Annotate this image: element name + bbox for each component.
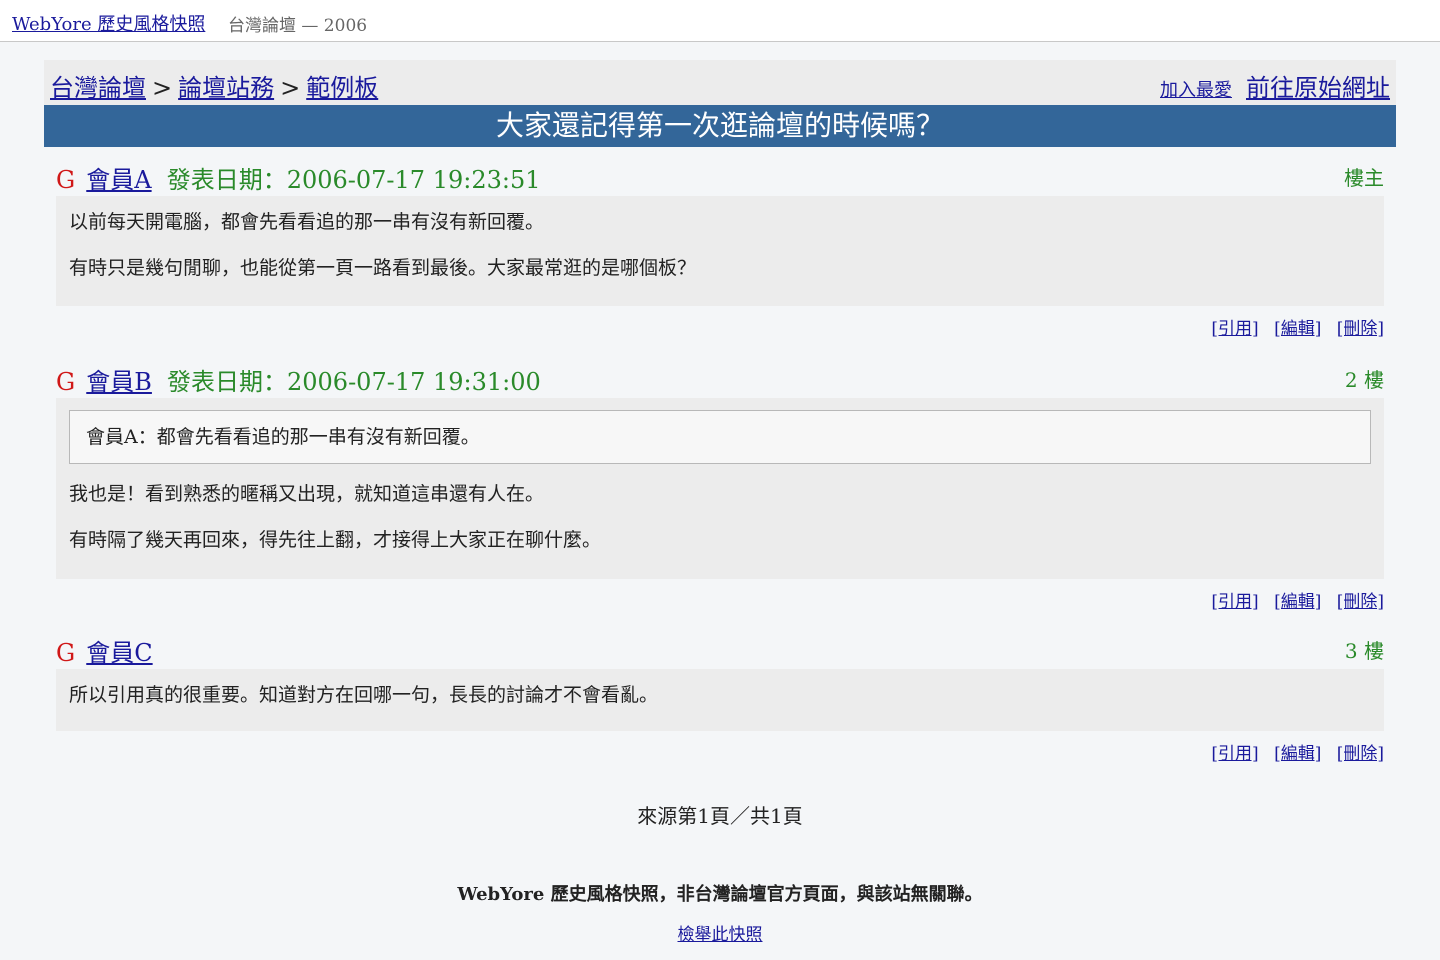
post-1: G 會員A 發表日期：2006-07-17 19:23:51 樓主 以前每天開電…	[56, 160, 1384, 339]
breadcrumb-example-board[interactable]: 範例板	[306, 74, 378, 102]
post-actions: [引用] [編輯] [刪除]	[56, 739, 1384, 764]
post-paragraph: 以前每天開電腦，都會先看看追的那一串有沒有新回覆。	[69, 211, 545, 233]
edit-button[interactable]: [編輯]	[1274, 319, 1321, 339]
member-marker: G	[56, 368, 76, 396]
edit-button[interactable]: [編輯]	[1274, 744, 1321, 764]
add-favorite-link[interactable]: 加入最愛	[1160, 80, 1232, 101]
post-paragraph: 我也是！看到熟悉的暱稱又出現，就知道這串還有人在。	[69, 483, 545, 505]
post-actions: [引用] [編輯] [刪除]	[56, 587, 1384, 612]
breadcrumb-bar: 台灣論壇 > 論壇站務 > 範例板 加入最愛 前往原始網址	[44, 60, 1396, 106]
post-actions: [引用] [編輯] [刪除]	[56, 314, 1384, 339]
page-indicator: 來源第1頁／共1頁	[637, 804, 803, 828]
author-link[interactable]: 會員B	[86, 368, 152, 396]
breadcrumb-separator: >	[152, 74, 173, 102]
top-bar: WebYore 歷史風格快照 台灣論壇 — 2006	[0, 0, 1440, 42]
thread-title: 大家還記得第一次逛論壇的時候嗎？	[44, 105, 1396, 147]
breadcrumb-separator: >	[280, 74, 301, 102]
post-header: G 會員C 3 樓	[56, 633, 1384, 669]
post-body: 所以引用真的很重要。知道對方在回哪一句，長長的討論才不會看亂。	[56, 669, 1384, 731]
floor-label: 樓主	[1344, 166, 1384, 190]
original-url-link[interactable]: 前往原始網址	[1246, 74, 1390, 102]
member-marker: G	[56, 166, 76, 194]
post-date: 發表日期：2006-07-17 19:31:00	[167, 368, 541, 396]
site-subtitle: 台灣論壇 — 2006	[228, 16, 368, 36]
quote-button[interactable]: [引用]	[1211, 319, 1258, 339]
post-paragraph: 有時隔了幾天再回來，得先往上翻，才接得上大家正在聊什麼。	[69, 529, 602, 551]
report-snapshot-link[interactable]: 檢舉此快照	[678, 920, 763, 945]
quote-button[interactable]: [引用]	[1211, 592, 1258, 612]
footer: WebYore 歷史風格快照，非台灣論壇官方頁面，與該站無關聯。 檢舉此快照	[0, 880, 1440, 945]
author-link[interactable]: 會員A	[86, 166, 151, 194]
breadcrumb-site-affairs[interactable]: 論壇站務	[178, 74, 274, 102]
breadcrumb-actions: 加入最愛 前往原始網址	[1160, 68, 1390, 103]
quote-button[interactable]: [引用]	[1211, 744, 1258, 764]
delete-button[interactable]: [刪除]	[1337, 319, 1384, 339]
member-marker: G	[56, 639, 76, 667]
breadcrumb-forum-home[interactable]: 台灣論壇	[50, 74, 146, 102]
post-body: 會員A：都會先看看追的那一串有沒有新回覆。 我也是！看到熟悉的暱稱又出現，就知道…	[56, 398, 1384, 579]
delete-button[interactable]: [刪除]	[1337, 592, 1384, 612]
floor-label: 3 樓	[1344, 639, 1384, 663]
floor-label: 2 樓	[1344, 368, 1384, 392]
breadcrumb: 台灣論壇 > 論壇站務 > 範例板	[50, 68, 378, 103]
post-3: G 會員C 3 樓 所以引用真的很重要。知道對方在回哪一句，長長的討論才不會看亂…	[56, 633, 1384, 764]
delete-button[interactable]: [刪除]	[1337, 744, 1384, 764]
post-header: G 會員B 發表日期：2006-07-17 19:31:00 2 樓	[56, 362, 1384, 398]
edit-button[interactable]: [編輯]	[1274, 592, 1321, 612]
post-body: 以前每天開電腦，都會先看看追的那一串有沒有新回覆。 有時只是幾句閒聊，也能從第一…	[56, 196, 1384, 306]
author-link[interactable]: 會員C	[86, 639, 152, 667]
site-brand-link[interactable]: WebYore 歷史風格快照	[12, 10, 205, 36]
post-header: G 會員A 發表日期：2006-07-17 19:23:51 樓主	[56, 160, 1384, 196]
post-paragraph: 有時只是幾句閒聊，也能從第一頁一路看到最後。大家最常逛的是哪個板？	[69, 257, 697, 279]
disclaimer-text: WebYore 歷史風格快照，非台灣論壇官方頁面，與該站無關聯。	[457, 884, 983, 905]
post-2: G 會員B 發表日期：2006-07-17 19:31:00 2 樓 會員A：都…	[56, 362, 1384, 612]
post-paragraph: 所以引用真的很重要。知道對方在回哪一句，長長的討論才不會看亂。	[69, 684, 659, 706]
quote-block: 會員A：都會先看看追的那一串有沒有新回覆。	[69, 410, 1371, 464]
post-date: 發表日期：2006-07-17 19:23:51	[166, 166, 541, 194]
